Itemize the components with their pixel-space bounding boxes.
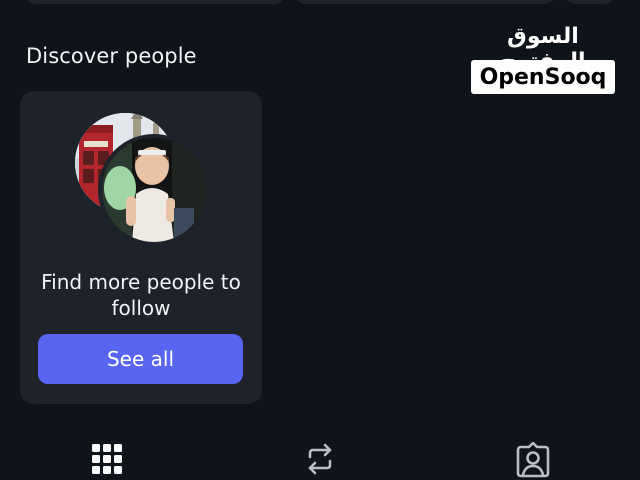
tab-grid[interactable] (90, 442, 124, 480)
see-all-button[interactable]: See all (38, 334, 243, 384)
profile-screen: Discover people Find more people to foll… (0, 0, 640, 480)
avatar[interactable] (102, 138, 206, 242)
opensooq-watermark: السوق المفتوح OpenSooq (470, 24, 616, 96)
discover-people-card: Find more people to follow See all (20, 91, 262, 404)
repost-icon (308, 443, 332, 475)
watermark-logo: OpenSooq (471, 60, 615, 94)
section-title: Discover people (26, 44, 197, 68)
find-people-text: Find more people to follow (41, 270, 241, 320)
top-card[interactable] (566, 0, 614, 4)
tagged-person-icon (516, 442, 550, 478)
grid-icon (92, 444, 122, 474)
tab-tagged[interactable] (516, 442, 550, 480)
top-card[interactable] (296, 0, 554, 4)
top-card[interactable] (26, 0, 284, 4)
tab-reposts[interactable] (303, 442, 337, 480)
